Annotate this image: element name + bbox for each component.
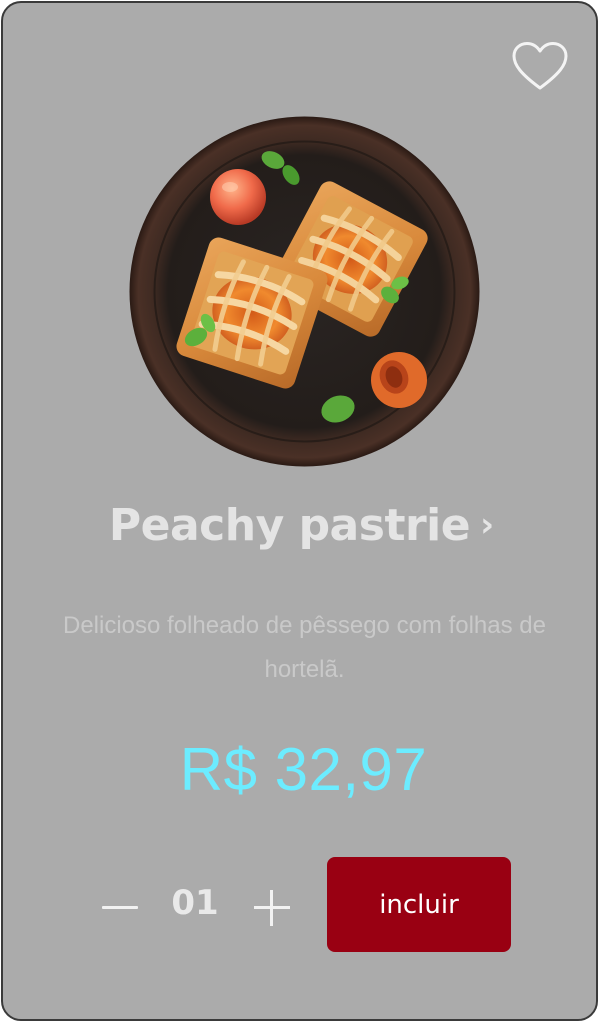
product-card: Peachy pastrie › Delicioso folheado de pê… [1,1,598,1021]
product-image [128,115,481,468]
product-title-link[interactable]: Peachy pastrie › [3,500,596,551]
chevron-right-icon: › [480,505,495,545]
increase-quantity-button[interactable] [252,888,292,928]
quantity-value: 01 [171,883,219,923]
decrease-quantity-button[interactable] [100,888,140,928]
product-price: R$ 32,97 [179,736,428,803]
product-description: Delicioso folheado de pêssego com folhas… [63,612,546,683]
minus-icon [102,906,138,909]
add-to-order-button[interactable]: incluir [327,857,511,952]
product-title: Peachy pastrie [108,500,471,551]
favorite-heart-icon[interactable] [511,41,569,93]
